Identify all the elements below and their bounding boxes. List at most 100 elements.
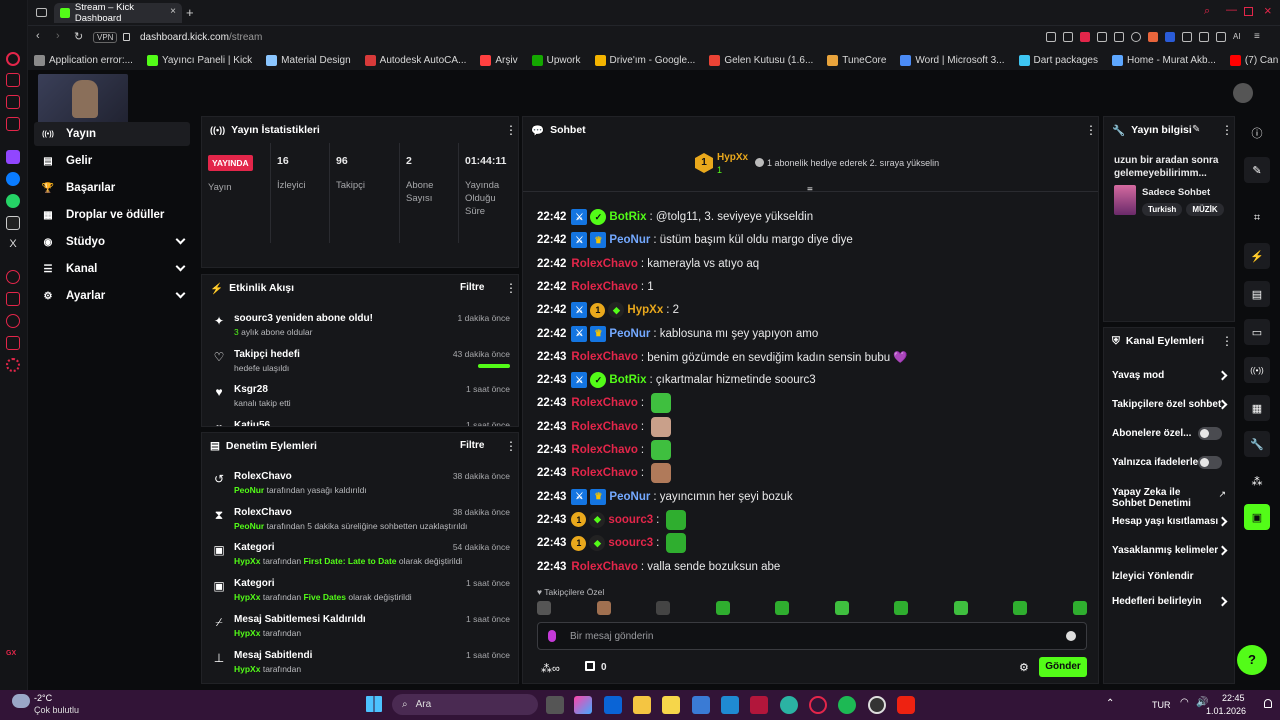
message-username[interactable]: RolexChavo — [571, 281, 637, 293]
moderation-event[interactable]: ↺ RolexChavo PeoNur tarafından yasağı kald… — [210, 469, 510, 501]
twitch-icon[interactable] — [6, 150, 20, 164]
channel-action-item[interactable]: Yavaş mod — [1104, 369, 1234, 389]
chat-message[interactable]: 22:43 ⚔ ♛ PeoNur: yayıncımın her şeyi bozuk — [537, 487, 793, 507]
nav-item-studyo[interactable]: ◉ Stüdyo — [34, 230, 190, 254]
chat-input[interactable]: Bir mesaj gönderin — [537, 622, 1087, 650]
bookmark-item[interactable]: Yayıncı Paneli | Kick — [146, 54, 252, 66]
notes-icon[interactable]: ▤ — [1244, 281, 1270, 307]
back-icon[interactable]: ‹ — [36, 30, 40, 42]
moderation-event[interactable]: ⌿ Mesaj Sabitlemesi Kaldırıldı HypXx taraf… — [210, 612, 510, 644]
quick-emote-icon[interactable] — [953, 601, 968, 615]
moderation-event[interactable]: ▣ Kategori HypXx tarafından Five Dates ola… — [210, 576, 510, 608]
sidebar-app-icon[interactable] — [6, 270, 20, 284]
tag-chip[interactable]: MÜZİK — [1186, 203, 1224, 216]
menu-icon[interactable]: ≡ — [1254, 32, 1264, 42]
send-button[interactable]: Gönder — [1039, 657, 1087, 677]
toggle-switch[interactable] — [1198, 427, 1222, 440]
kick-app-icon[interactable]: ▣ — [1244, 504, 1270, 530]
start-icon[interactable] — [366, 696, 382, 712]
chat-message[interactable]: 22:43 1 ◆ soourc3: — [537, 509, 687, 530]
taskview-icon[interactable] — [546, 696, 564, 714]
download-icon[interactable] — [1216, 32, 1226, 42]
external-link-icon[interactable]: ↗ — [1218, 489, 1226, 500]
channel-action-item[interactable]: İzleyici Yönlendir — [1104, 570, 1234, 590]
chevron-down-icon[interactable] — [175, 234, 186, 245]
message-username[interactable]: BotRix — [609, 211, 646, 223]
chat-scrollbar[interactable] — [1098, 553, 1099, 581]
close-window-icon[interactable]: × — [1264, 3, 1272, 18]
more-options-icon[interactable] — [505, 125, 508, 135]
more-options-icon[interactable] — [1221, 336, 1224, 346]
nav-item-kanal[interactable]: ☰ Kanal — [34, 257, 190, 281]
extension-icon[interactable] — [1199, 32, 1209, 42]
sidebar-app-icon[interactable] — [6, 73, 20, 87]
more-options-icon[interactable] — [505, 441, 508, 451]
activity-event[interactable]: ♥ Katiu56 1 saat önce — [210, 418, 510, 427]
user-avatar[interactable] — [1233, 83, 1253, 103]
quick-emote-icon[interactable] — [1072, 601, 1087, 615]
tag-chip[interactable]: Turkish — [1142, 203, 1183, 216]
bookmark-item[interactable]: Upwork — [531, 54, 581, 66]
chat-message[interactable]: 22:43 ⚔ ✓ BotRix: çıkartmalar hizmetinde so… — [537, 370, 816, 390]
bookmark-item[interactable]: Material Design — [266, 54, 351, 66]
channel-action-item[interactable]: Yalnızca ifadelerle... — [1104, 456, 1234, 476]
bookmark-item[interactable]: Home - Murat Akb... — [1112, 54, 1216, 66]
minimize-icon[interactable]: — — [1226, 4, 1237, 16]
chat-message[interactable]: 22:43 RolexChavo: — [537, 463, 672, 484]
lightning-icon[interactable]: ⚡ — [1244, 243, 1270, 269]
more-options-icon[interactable] — [1221, 125, 1224, 135]
youtube-icon[interactable] — [897, 696, 915, 714]
gx-icon[interactable]: GX — [6, 650, 20, 664]
play-icon[interactable] — [1114, 32, 1124, 42]
bookmark-item[interactable]: Arşiv — [480, 54, 518, 66]
channel-action-item[interactable]: Hedefleri belirleyin — [1104, 595, 1234, 615]
activity-event[interactable]: ♡ Takipçi hedefi hedefe ulaşıldı 43 dakika … — [210, 347, 510, 379]
chat-settings-icon[interactable]: ⚙ — [1019, 661, 1029, 674]
nav-item-droplar[interactable]: ▦ Droplar ve ödüller — [34, 203, 190, 227]
vpn-badge[interactable]: VPN — [93, 32, 118, 43]
message-username[interactable]: RolexChavo — [571, 561, 637, 573]
sidebar-app-icon[interactable] — [6, 336, 20, 350]
spotify-icon[interactable] — [838, 696, 856, 714]
heart-icon[interactable] — [1131, 32, 1141, 42]
category-name[interactable]: Sadece Sohbet — [1142, 187, 1210, 198]
clock-date[interactable]: 1.01.2026 — [1206, 706, 1246, 716]
clock-time[interactable]: 22:45 — [1222, 693, 1245, 703]
message-username[interactable]: soourc3 — [608, 514, 653, 526]
moderation-event[interactable]: ⊥ Mesaj Sabitlendi HypXx tarafından 1 saat … — [210, 648, 510, 680]
chat-message[interactable]: 22:42 ⚔ ♛ PeoNur: kablosuna mı şey yapıyon … — [537, 324, 818, 344]
info-icon[interactable]: ⓘ — [1244, 120, 1270, 146]
quick-emote-icon[interactable] — [537, 601, 551, 615]
quick-emote-icon[interactable] — [834, 601, 849, 615]
extension-icon[interactable] — [1182, 32, 1192, 42]
search-tabs-icon[interactable]: ⌕ — [1204, 5, 1210, 18]
nav-item-gelir[interactable]: ▤ Gelir — [34, 149, 190, 173]
bookmark-item[interactable]: Dart packages — [1018, 54, 1098, 66]
message-username[interactable]: HypXx — [627, 304, 663, 316]
chevron-down-icon[interactable] — [175, 288, 186, 299]
reload-icon[interactable]: ↻ — [74, 30, 83, 43]
mic-icon[interactable] — [548, 630, 556, 642]
moderation-event[interactable]: ⧗ RolexChavo PeoNur tarafından 5 dakika sü… — [210, 505, 510, 537]
chat-message[interactable]: 22:43 RolexChavo: benim gözümde en sevdiğ… — [537, 347, 908, 367]
help-button[interactable]: ? — [1237, 645, 1267, 675]
message-username[interactable]: PeoNur — [609, 491, 650, 503]
chat-message[interactable]: 22:43 RolexChavo: — [537, 393, 672, 414]
gift-box-icon[interactable] — [585, 661, 595, 671]
channel-action-item[interactable]: Takipçilere özel sohbet — [1104, 398, 1234, 418]
message-username[interactable]: RolexChavo — [571, 258, 637, 270]
pinned-gift-banner[interactable]: 1 HypXx 1 1 abonelik hediye ederek 2. sı… — [695, 152, 939, 179]
sidebar-app-icon[interactable] — [6, 117, 20, 131]
taskbar-search[interactable]: ⌕ Ara — [392, 694, 538, 715]
chat-message[interactable]: 22:43 RolexChavo: — [537, 440, 672, 460]
channel-action-item[interactable]: Abonelere özel... — [1104, 427, 1234, 447]
weather-icon[interactable] — [12, 694, 30, 708]
chat-message[interactable]: 22:42 ⚔ ✓ BotRix: @tolg11, 3. seviyeye yüks… — [537, 207, 813, 227]
chat-message[interactable]: 22:43 1 ◆ soourc3: — [537, 533, 687, 554]
sidebar-app-icon[interactable] — [6, 52, 20, 66]
close-tab-icon[interactable]: × — [170, 6, 176, 17]
shield-icon[interactable] — [1080, 32, 1090, 42]
bookmark-item[interactable]: Gelen Kutusu (1.6... — [709, 54, 813, 66]
more-options-icon[interactable] — [1085, 125, 1088, 135]
language-indicator[interactable]: TUR — [1152, 700, 1171, 710]
